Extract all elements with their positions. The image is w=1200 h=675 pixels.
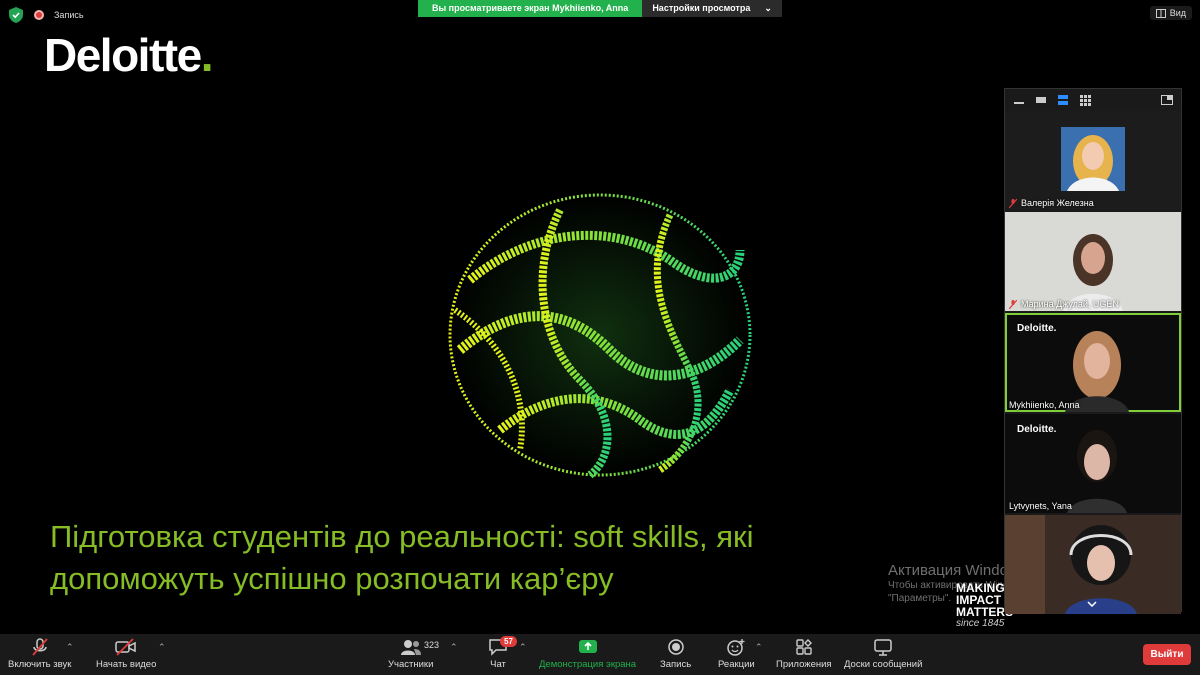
- view-options-label: Настройки просмотра: [652, 3, 751, 13]
- record-icon: [667, 639, 684, 655]
- participant-name: Валерія Железна: [1021, 198, 1094, 208]
- scroll-down-chevron-icon[interactable]: [1087, 594, 1097, 612]
- chat-options-caret-icon[interactable]: ⌃: [519, 642, 527, 653]
- view-button-label: Вид: [1169, 8, 1186, 18]
- reactions-label: Реакции: [718, 659, 755, 670]
- view-options-button[interactable]: Настройки просмотра ⌄: [642, 0, 782, 17]
- participant-video: [1061, 127, 1125, 191]
- mic-muted-icon: [1009, 299, 1017, 309]
- security-shield-icon[interactable]: [8, 6, 24, 24]
- tile-deloitte-logo: Deloitte.: [1017, 323, 1057, 334]
- chat-unread-badge: 57: [500, 636, 517, 647]
- participant-name: Марина Джулай, UGEN: [1021, 299, 1119, 309]
- reactions-options-caret-icon[interactable]: ⌃: [755, 642, 763, 653]
- unmute-label: Включить звук: [8, 659, 72, 670]
- whiteboards-label: Доски сообщений: [844, 659, 923, 670]
- record-label: Запись: [660, 659, 692, 670]
- participant-name-row: Lytvynets, Yana: [1009, 501, 1072, 511]
- whiteboard-icon: [874, 639, 892, 656]
- apps-icon: [796, 639, 812, 655]
- participants-options-caret-icon[interactable]: ⌃: [450, 642, 458, 653]
- strip-view-icon[interactable]: [1057, 95, 1069, 105]
- mic-muted-icon: [31, 638, 48, 656]
- gallery-view-icon[interactable]: [1079, 94, 1091, 106]
- participants-icon: [400, 640, 421, 655]
- start-video-button[interactable]: Начать видео: [96, 638, 156, 670]
- share-screen-label: Демонстрация экрана: [539, 659, 637, 670]
- participant-video: [1005, 212, 1181, 311]
- participant-name: Lytvynets, Yana: [1009, 501, 1072, 511]
- slide-title: Підготовка студентів до реальності: soft…: [50, 516, 930, 600]
- chat-label: Чат: [490, 659, 506, 670]
- apps-button[interactable]: Приложения: [776, 638, 832, 670]
- logo-dot: .: [200, 29, 214, 81]
- start-video-label: Начать видео: [96, 659, 157, 670]
- leave-meeting-button[interactable]: Выйти: [1143, 644, 1191, 665]
- video-options-caret-icon[interactable]: ⌃: [158, 642, 166, 653]
- speaker-view-icon[interactable]: [1035, 95, 1047, 105]
- participant-name-row: Mykhiienko, Anna: [1009, 400, 1080, 410]
- audio-options-caret-icon[interactable]: ⌃: [66, 642, 74, 653]
- participant-tile-active-speaker[interactable]: Deloitte. Mykhiienko, Anna: [1005, 313, 1181, 412]
- unmute-button[interactable]: Включить звук: [8, 638, 71, 670]
- slide-title-line2: допоможуть успішно розпочати кар’єру: [50, 561, 614, 596]
- particle-sphere-graphic: [448, 193, 752, 479]
- recording-label: Запись: [54, 10, 84, 20]
- reactions-button[interactable]: Реакции: [718, 638, 755, 670]
- minimize-icon[interactable]: [1013, 95, 1025, 105]
- record-button[interactable]: Запись: [660, 638, 691, 670]
- participant-tile[interactable]: Марина Джулай, UGEN: [1005, 212, 1181, 311]
- viewing-screen-label: Вы просматриваете экран Mykhiienko, Anna: [418, 0, 643, 17]
- participant-name: Mykhiienko, Anna: [1009, 400, 1080, 410]
- deloitte-logo: Deloitte.: [44, 28, 214, 82]
- smiley-icon: [727, 639, 745, 656]
- top-left-status: Запись: [8, 6, 84, 24]
- share-screen-button[interactable]: Демонстрация экрана: [539, 638, 636, 670]
- participants-label: Участники: [388, 659, 434, 670]
- share-banner: Вы просматриваете экран Mykhiienko, Anna…: [418, 0, 782, 17]
- tile-deloitte-logo: Deloitte.: [1017, 424, 1057, 435]
- logo-text: Deloitte: [44, 29, 202, 81]
- participant-name-row: Марина Джулай, UGEN: [1009, 299, 1119, 309]
- share-screen-icon: [578, 640, 597, 653]
- panel-toolbar: [1005, 89, 1181, 111]
- participant-tile[interactable]: [1005, 515, 1181, 614]
- recording-icon: [34, 10, 44, 20]
- impact-since: since 1845: [956, 618, 1005, 629]
- participant-tile[interactable]: Валерія Железна: [1005, 111, 1181, 210]
- view-button[interactable]: Вид: [1149, 6, 1192, 20]
- slide-title-line1: Підготовка студентів до реальності: soft…: [50, 519, 754, 554]
- chevron-down-icon: ⌄: [764, 3, 772, 13]
- participant-name-row: Валерія Железна: [1009, 198, 1094, 208]
- video-off-icon: [115, 638, 136, 656]
- whiteboards-button[interactable]: Доски сообщений: [844, 638, 922, 670]
- meeting-toolbar: Включить звук ⌃ Начать видео ⌃ Участники…: [0, 634, 1200, 675]
- popout-icon[interactable]: [1161, 95, 1173, 105]
- participants-video-panel: Валерія Железна Марина Джулай, UGEN Delo…: [1004, 88, 1182, 614]
- mic-muted-icon: [1009, 198, 1017, 208]
- participant-tile[interactable]: Deloitte. Lytvynets, Yana: [1005, 414, 1181, 513]
- participants-count: 323: [424, 640, 440, 650]
- grid-view-icon: [1155, 8, 1166, 18]
- apps-label: Приложения: [776, 659, 832, 670]
